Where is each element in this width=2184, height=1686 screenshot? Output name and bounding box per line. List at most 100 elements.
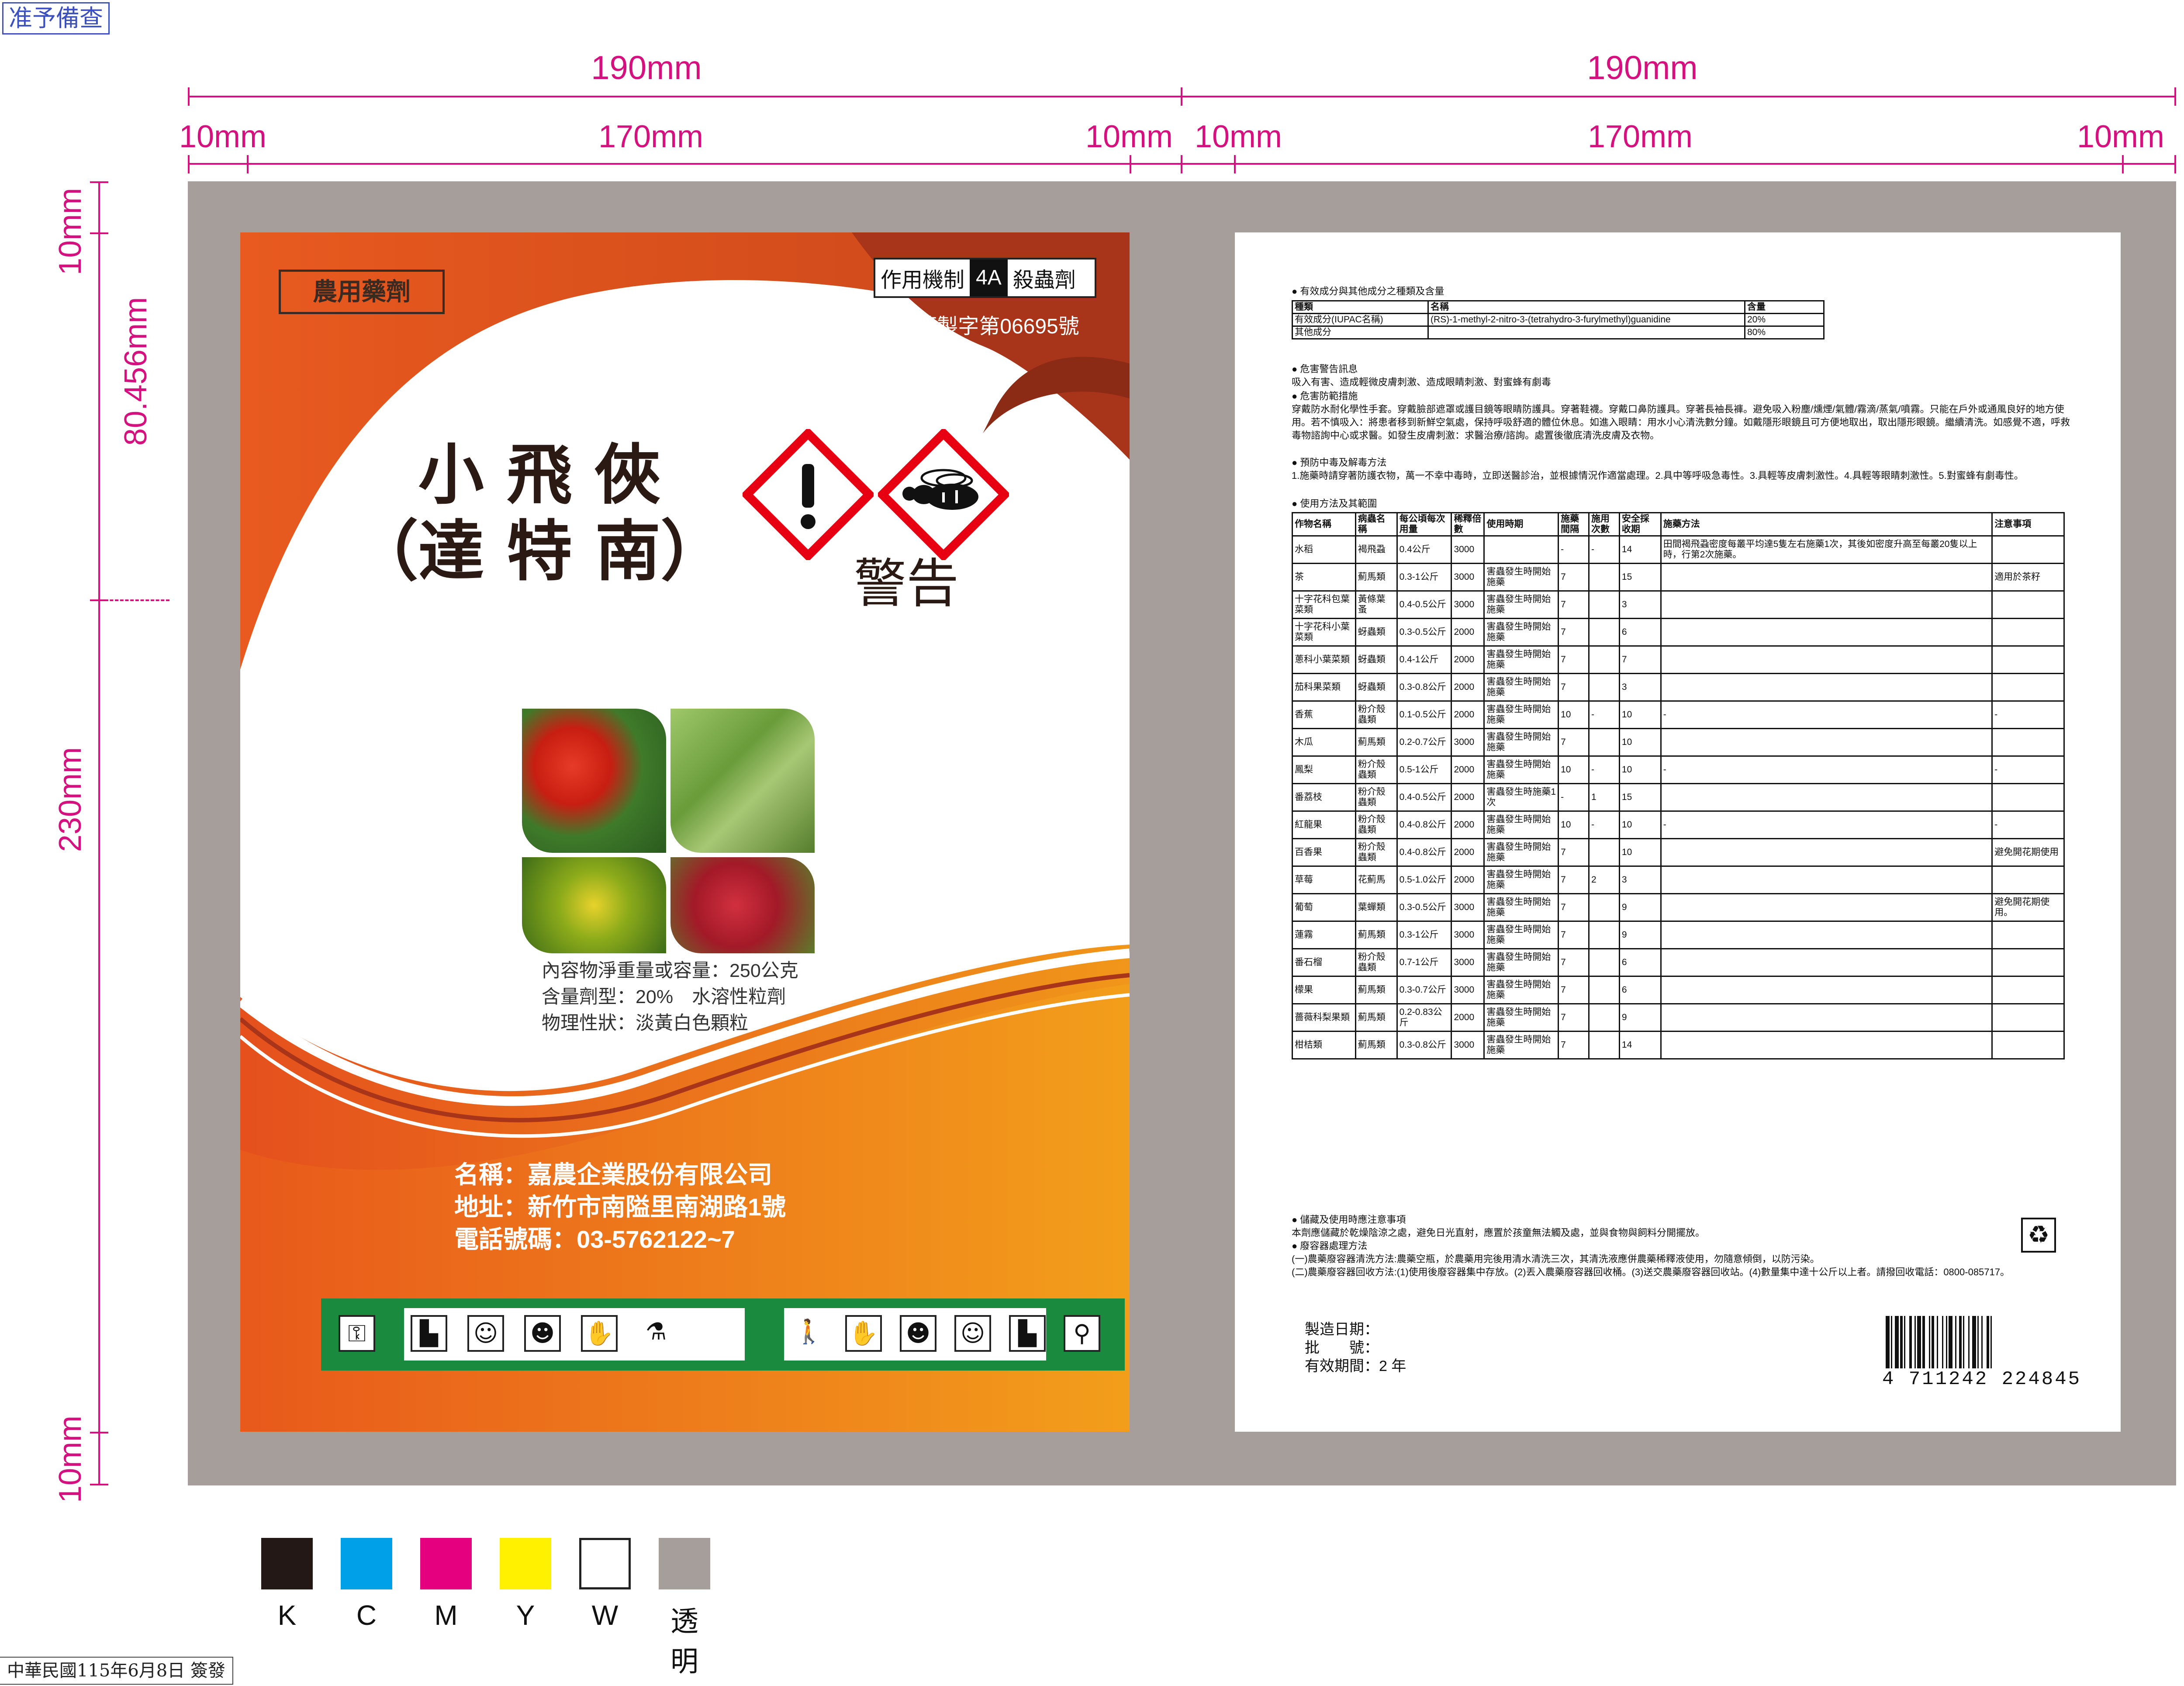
usage-cell: 0.3-1公斤 (1396, 921, 1452, 949)
usage-cell (1588, 976, 1620, 1004)
usage-cell: 3000 (1451, 563, 1485, 592)
moa-code: 4A (970, 260, 1008, 296)
sec6-title: ● 儲藏及使用時應注意事項 (1292, 1214, 1406, 1225)
usage-cell: 花薊馬 (1355, 866, 1398, 894)
usage-cell: 蔥科小葉菜類 (1292, 645, 1356, 674)
usage-cell: 0.3-0.8公斤 (1396, 1031, 1452, 1059)
usage-cell: 害蟲發生時開始施藥 (1483, 590, 1559, 619)
usage-cell (1991, 618, 2065, 647)
dim-part-l1: 10mm (179, 119, 267, 154)
usage-cell (1483, 535, 1559, 564)
usage-cell: - (1660, 700, 1993, 729)
usage-header-cell: 注意事項 (1991, 512, 2065, 537)
usage-cell: 3 (1618, 673, 1662, 702)
table-row: 蔥科小葉菜類 蚜蟲類 0.4-1公斤 2000 害蟲發生時開始施藥 7 7 (1292, 645, 2065, 674)
content-formulation: 含量劑型：20% 水溶性粒劑 (542, 987, 786, 1007)
color-swatches: K C M Y W 透明 (261, 1538, 742, 1677)
usage-cell (1588, 1003, 1620, 1032)
boots-icon: ▙ (1009, 1315, 1046, 1352)
usage-header-cell: 稀釋倍數 (1451, 512, 1485, 537)
dim-left-2: 80.456mm (118, 297, 153, 446)
usage-cell: 0.4公斤 (1396, 535, 1452, 564)
measure-icon: ⚗ (638, 1315, 674, 1352)
usage-cell: 15 (1618, 563, 1662, 592)
usage-cell: 茄科果菜類 (1292, 673, 1356, 702)
swatch-2 (341, 1538, 392, 1589)
usage-cell: 番荔枝 (1292, 783, 1356, 812)
usage-cell: 7 (1558, 645, 1590, 674)
dim-total-right: 190mm (1587, 49, 1698, 87)
dim-part-r2: 170mm (1587, 119, 1693, 154)
usage-cell: - (1588, 535, 1620, 564)
table-row: 有效成分(IUPAC名稱) (RS)-1-methyl-2-nitro-3-(t… (1292, 313, 1825, 327)
usage-cell: - (1991, 700, 2065, 729)
barcode-bar (1932, 1316, 1934, 1368)
table-row: 茶薊馬類 0.3-1公斤 3000 害蟲發生時開始施藥 7 15 適用於茶籽 (1292, 563, 2065, 592)
usage-cell: 害蟲發生時開始施藥 (1483, 976, 1559, 1004)
barcode-bar (1895, 1316, 1899, 1368)
usage-cell: 0.1-0.5公斤 (1396, 700, 1452, 729)
usage-cell: - (1558, 535, 1590, 564)
usage-cell (1660, 645, 1993, 674)
usage-cell: 14 (1618, 535, 1662, 564)
usage-cell: 3000 (1451, 921, 1485, 949)
usage-cell: - (1588, 810, 1620, 839)
sec3-text: 穿戴防水耐化學性手套。穿戴臉部遮罩或護目鏡等眼睛防護具。穿著鞋襪。穿戴口鼻防護具… (1292, 404, 2070, 441)
table-row: 蓮霧 薊馬類 0.3-1公斤 3000 害蟲發生時開始施藥 7 9 (1292, 921, 2065, 949)
usage-cell: 十字花科包葉菜類 (1292, 590, 1356, 619)
sec3-title: ● 危害防範措施 (1292, 391, 1358, 402)
usage-cell (1991, 976, 2065, 1004)
usage-cell: 害蟲發生時開始施藥 (1483, 1031, 1559, 1059)
mfg-date-label: 製造日期： (1305, 1321, 1379, 1338)
barcode-bar (1949, 1316, 1952, 1368)
expiry-label: 有效期間： (1305, 1358, 1379, 1374)
table-row: 薔薇科梨果類 薊馬類 0.2-0.83公斤 2000 害蟲發生時開始施藥 7 9 (1292, 1003, 2065, 1032)
usage-header-cell: 作物名稱 (1292, 512, 1356, 537)
barcode-number: 4 711242 224845 (1882, 1368, 2082, 1390)
back-label: ● 有效成分與其他成分之種類及含量 種類 名稱 含量 有效成分(IUPAC名稱)… (1235, 232, 2121, 1432)
usage-cell: 害蟲發生時開始施藥 (1483, 838, 1559, 867)
registration-number: 農藥製字第06695號 (895, 315, 1079, 338)
usage-cell: 3000 (1451, 590, 1485, 619)
usage-cell: 6 (1618, 618, 1662, 647)
moa-label: 作用機制 (881, 269, 965, 292)
usage-cell: 害蟲發生時施藥1次 (1483, 783, 1559, 812)
usage-cell: 3000 (1451, 1031, 1485, 1059)
usage-cell: 害蟲發生時開始施藥 (1483, 866, 1559, 894)
issue-date-stamp: 中華民國115年6月8日 簽發 (0, 1657, 233, 1685)
usage-cell: 褐飛蝨 (1355, 535, 1398, 564)
usage-cell: 害蟲發生時開始施藥 (1483, 810, 1559, 839)
usage-cell: 2000 (1451, 1003, 1485, 1032)
usage-cell: 2000 (1451, 783, 1485, 812)
sec1-title: ● 有效成分與其他成分之種類及含量 (1292, 286, 1444, 297)
company-phone: 電話號碼：03-5762122~7 (454, 1226, 735, 1253)
front-label: 農用藥劑 作用機制 4A 殺蟲劑 農藥製字第06695號 小 飛 俠 （達 特 … (240, 232, 1130, 1432)
usage-cell: 3000 (1451, 976, 1485, 1004)
usage-cell: 3 (1618, 590, 1662, 619)
usage-cell: 0.4-0.8公斤 (1396, 810, 1452, 839)
usage-cell: 0.3-0.7公斤 (1396, 976, 1452, 1004)
usage-cell: 害蟲發生時開始施藥 (1483, 645, 1559, 674)
usage-cell: 7 (1558, 893, 1590, 922)
usage-cell: 7 (1558, 618, 1590, 647)
usage-cell: 紅龍果 (1292, 810, 1356, 839)
usage-cell: 薊馬類 (1355, 976, 1398, 1004)
usage-cell: 黃條葉蚤 (1355, 590, 1398, 619)
table-row: 番石榴 粉介殼蟲類 0.7-1公斤 3000 害蟲發生時開始施藥 7 6 (1292, 948, 2065, 977)
usage-cell (1991, 1031, 2065, 1059)
usage-cell: 7 (1558, 921, 1590, 949)
usage-cell (1991, 1003, 2065, 1032)
usage-cell: 避免開花期使用 (1991, 838, 2065, 867)
pictogram-group-left (404, 1308, 745, 1361)
usage-cell: 0.2-0.7公斤 (1396, 728, 1452, 757)
usage-cell: 9 (1618, 893, 1662, 922)
usage-cell: 7 (1618, 645, 1662, 674)
usage-cell: 7 (1558, 590, 1590, 619)
usage-cell (1660, 1031, 1993, 1059)
usage-cell: 9 (1618, 921, 1662, 949)
usage-cell: 2000 (1451, 673, 1485, 702)
usage-cell: 害蟲發生時開始施藥 (1483, 673, 1559, 702)
usage-cell: 薊馬類 (1355, 563, 1398, 592)
brand-name-sub: （達 特 南） (352, 513, 726, 590)
usage-cell: 薊馬類 (1355, 921, 1398, 949)
